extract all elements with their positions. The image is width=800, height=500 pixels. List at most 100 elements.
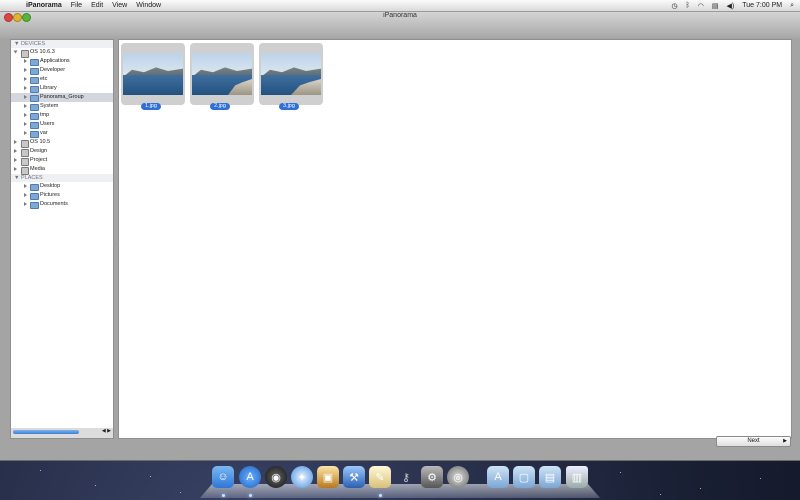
safari-icon[interactable]: ✦ <box>291 466 313 488</box>
split-view-handle-icon[interactable]: ⋮ <box>113 241 118 247</box>
sidebar-item-design[interactable]: Design <box>11 147 113 157</box>
sidebar-scrollbar[interactable]: ◀ ▶ <box>10 428 114 439</box>
menu-view[interactable]: View <box>112 2 127 9</box>
text-editor-icon[interactable]: ✎ <box>369 466 391 488</box>
disclosure-closed-icon[interactable] <box>24 113 27 117</box>
disclosure-open-icon[interactable] <box>13 50 18 54</box>
dashboard-icon[interactable]: ◉ <box>265 466 287 488</box>
sidebar-item-panorama-group[interactable]: Panorama_Group <box>11 93 113 102</box>
menu-bar: iPanorama File Edit View Window ◷ ᛒ ◠ ▤ … <box>0 0 800 12</box>
sidebar-item-media[interactable]: Media <box>11 165 113 175</box>
folder-icon <box>30 113 39 120</box>
sidebar-item-desktop[interactable]: Desktop <box>11 182 113 191</box>
trash-icon[interactable]: ▥ <box>566 466 588 488</box>
scroll-arrows-icon[interactable]: ◀ ▶ <box>102 428 111 434</box>
sidebar-item-label: System <box>40 103 59 109</box>
menu-window[interactable]: Window <box>136 2 161 9</box>
downloads-folder-icon[interactable]: ▤ <box>539 466 561 488</box>
panorama-photo <box>192 53 252 95</box>
clock[interactable]: Tue 7:00 PM <box>742 2 782 9</box>
status-area: ◷ ᛒ ◠ ▤ ◀) Tue 7:00 PM ⌕ <box>671 2 794 10</box>
preview-icon[interactable]: ▣ <box>317 466 339 488</box>
disclosure-closed-icon[interactable] <box>24 122 27 126</box>
volume-icon[interactable]: ◀) <box>727 2 735 10</box>
title-bar[interactable]: iPanorama <box>0 11 800 38</box>
sidebar-item-applications[interactable]: Applications <box>11 57 113 66</box>
sidebar-item-label: OS 10.6.3 <box>30 49 55 55</box>
time-machine-icon[interactable]: ◷ <box>671 2 677 10</box>
disclosure-open-icon[interactable]: ▼ <box>14 175 19 181</box>
disclosure-closed-icon[interactable] <box>24 193 27 197</box>
sidebar-item-label: tmp <box>40 112 50 118</box>
menu-edit[interactable]: Edit <box>91 2 103 9</box>
next-button[interactable]: Next ▶ <box>716 436 791 447</box>
image-thumbnail[interactable] <box>259 43 323 105</box>
panorama-photo <box>261 53 321 95</box>
sidebar-item-pictures[interactable]: Pictures <box>11 191 113 200</box>
sidebar-item-project[interactable]: Project <box>11 156 113 166</box>
source-list: ▼ DEVICES OS 10.6.3 Applications Develop… <box>10 39 114 429</box>
folder-icon <box>30 68 39 75</box>
folder-icon <box>30 202 39 209</box>
app-menu[interactable]: iPanorama <box>26 2 62 9</box>
disclosure-closed-icon[interactable] <box>14 149 17 153</box>
sidebar-item-label: OS 10.5 <box>30 139 51 145</box>
disk-utility-icon[interactable]: ◎ <box>447 466 469 488</box>
image-thumbnail[interactable] <box>121 43 185 105</box>
sidebar-item-label: Panorama_Group <box>40 94 84 100</box>
folder-icon <box>30 193 39 200</box>
disclosure-closed-icon[interactable] <box>24 77 27 81</box>
folder-icon <box>30 104 39 111</box>
spotlight-icon[interactable]: ⌕ <box>790 2 794 10</box>
sidebar-item-label: Applications <box>40 58 70 64</box>
hard-drive-icon <box>21 166 29 175</box>
devices-header[interactable]: ▼ DEVICES <box>11 40 113 48</box>
image-caption[interactable]: 3.jpg <box>279 103 299 110</box>
wifi-icon[interactable]: ◠ <box>698 2 704 10</box>
disclosure-closed-icon[interactable] <box>24 86 27 90</box>
disclosure-closed-icon[interactable] <box>14 167 17 171</box>
sidebar-item-etc[interactable]: etc <box>11 75 113 84</box>
disclosure-closed-icon[interactable] <box>14 158 17 162</box>
disclosure-closed-icon[interactable] <box>24 68 27 72</box>
xcode-icon[interactable]: ⚒ <box>343 466 365 488</box>
image-caption[interactable]: 1.jpg <box>141 103 161 110</box>
image-thumbnail[interactable] <box>190 43 254 105</box>
sidebar-item-label: Documents <box>40 201 68 207</box>
sidebar-item-label: Library <box>40 85 57 91</box>
image-caption[interactable]: 2.jpg <box>210 103 230 110</box>
disclosure-closed-icon[interactable] <box>24 104 27 108</box>
sidebar-item-os-10-5[interactable]: OS 10.5 <box>11 138 113 148</box>
image-browser: 1.jpg 2.jpg 3.jpg <box>118 39 792 439</box>
sidebar-item-users[interactable]: Users <box>11 120 113 129</box>
system-preferences-icon[interactable]: ⚙ <box>421 466 443 488</box>
app-store-icon[interactable]: A <box>239 466 261 488</box>
keychain-icon[interactable]: ⚷ <box>395 466 417 488</box>
input-source-icon[interactable]: ▤ <box>712 2 719 10</box>
bluetooth-icon[interactable]: ᛒ <box>686 2 690 9</box>
disclosure-closed-icon[interactable] <box>24 131 27 135</box>
sidebar-item-var[interactable]: var <box>11 129 113 138</box>
sidebar-item-os-10-6-3[interactable]: OS 10.6.3 <box>11 48 113 58</box>
running-indicator <box>222 494 225 497</box>
sidebar-item-label: var <box>40 130 48 136</box>
sidebar-item-system[interactable]: System <box>11 102 113 111</box>
sidebar-item-developer[interactable]: Developer <box>11 66 113 75</box>
scroll-thumb[interactable] <box>13 430 79 434</box>
finder-icon[interactable]: ☺ <box>212 466 234 488</box>
disclosure-closed-icon[interactable] <box>24 184 27 188</box>
disclosure-closed-icon[interactable] <box>24 95 27 99</box>
places-header[interactable]: ▼ PLACES <box>11 174 113 182</box>
documents-folder-icon[interactable]: ▢ <box>513 466 535 488</box>
sidebar-item-label: Media <box>30 166 45 172</box>
sidebar-item-tmp[interactable]: tmp <box>11 111 113 120</box>
disclosure-closed-icon[interactable] <box>24 202 27 206</box>
sidebar-item-documents[interactable]: Documents <box>11 200 113 209</box>
menu-file[interactable]: File <box>71 2 82 9</box>
disclosure-closed-icon[interactable] <box>24 59 27 63</box>
disclosure-closed-icon[interactable] <box>14 140 17 144</box>
disclosure-open-icon[interactable]: ▼ <box>14 41 19 47</box>
sidebar-item-library[interactable]: Library <box>11 84 113 93</box>
sidebar-item-label: Project <box>30 157 48 163</box>
applications-folder-icon[interactable]: A <box>487 466 509 488</box>
